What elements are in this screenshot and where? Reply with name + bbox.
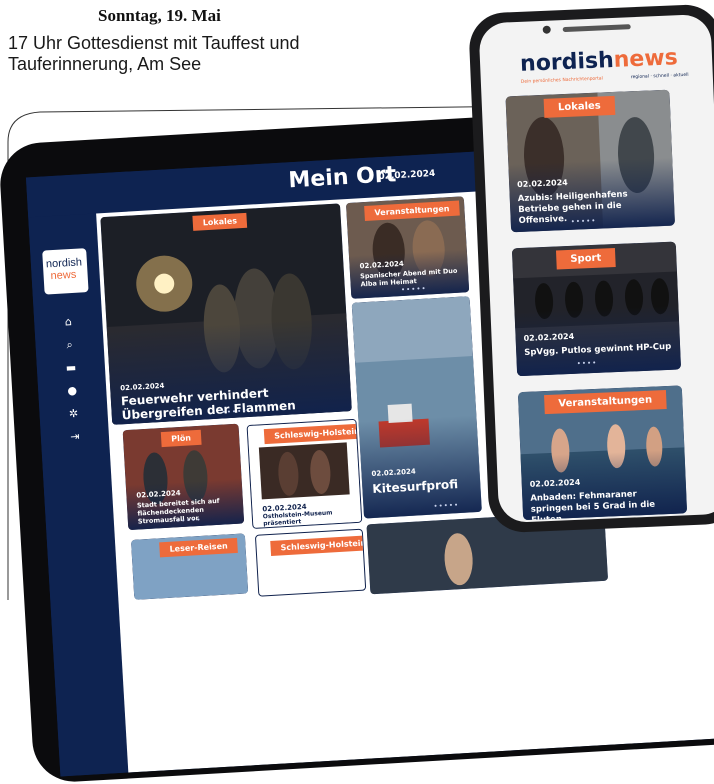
news-card[interactable]: Veranstaltungen 02.02.2024 Spanischer Ab… — [345, 196, 470, 299]
category-tag: Sport — [555, 248, 616, 270]
logo-subtagline: regional · schnell · aktuell — [630, 72, 689, 81]
news-card[interactable]: Veranstaltungen 02.02.2024 Anbaden: Fehm… — [517, 385, 688, 521]
phone-device: nordishnews Dein persönliches Nachrichte… — [468, 3, 714, 534]
category-tag: Lokales — [543, 95, 616, 118]
category-tag: Lokales — [192, 212, 248, 231]
carousel-dots[interactable]: ••••• — [433, 501, 459, 510]
category-tag: Plön — [160, 429, 202, 448]
category-tag: Schleswig-Holstein — [270, 534, 367, 556]
logo-text-nordish: nordish — [519, 47, 615, 77]
carousel-dots[interactable]: ••••• — [222, 407, 248, 416]
logo-text-news: news — [613, 45, 679, 73]
camera-icon — [542, 25, 551, 34]
news-card[interactable]: Leser-Reisen — [130, 533, 249, 600]
news-card[interactable]: Lokales 02.02.2024 Azubis: Heiligenhafen… — [505, 89, 676, 233]
carousel-dots[interactable]: •••• — [577, 359, 598, 368]
news-card[interactable]: Schleswig-Holstein — [254, 528, 367, 597]
news-card[interactable]: Schleswig-Holstein 02.02.2024 Ostholstei… — [246, 418, 363, 529]
news-card[interactable]: Sport 02.02.2024 SpVgg. Putlos gewinnt H… — [511, 241, 682, 377]
carousel-dots[interactable]: ••••• — [571, 217, 597, 226]
carousel-dots[interactable]: ••••• — [176, 516, 202, 525]
phone-screen: nordishnews Dein persönliches Nachrichte… — [478, 13, 714, 524]
news-card[interactable]: 02.02.2024 Kitesurfprofi ••••• — [351, 296, 482, 519]
app-logo[interactable]: nordishnews — [520, 45, 679, 77]
logo-tagline: Dein persönliches Nachrichtenportal — [520, 76, 604, 85]
carousel-dots[interactable]: ••••• — [401, 285, 427, 294]
card-headline: Anbaden: Fehmaraner springen bei 5 Grad … — [530, 489, 656, 520]
news-card[interactable]: Lokales 02.02.2024 Feuerwehr verhindert … — [100, 203, 352, 425]
header-date: 02.02.2024 — [378, 168, 436, 183]
speaker-grille — [562, 24, 631, 33]
news-card[interactable]: Plön 02.02.2024 Stadt bereitet sich auf … — [122, 423, 245, 531]
